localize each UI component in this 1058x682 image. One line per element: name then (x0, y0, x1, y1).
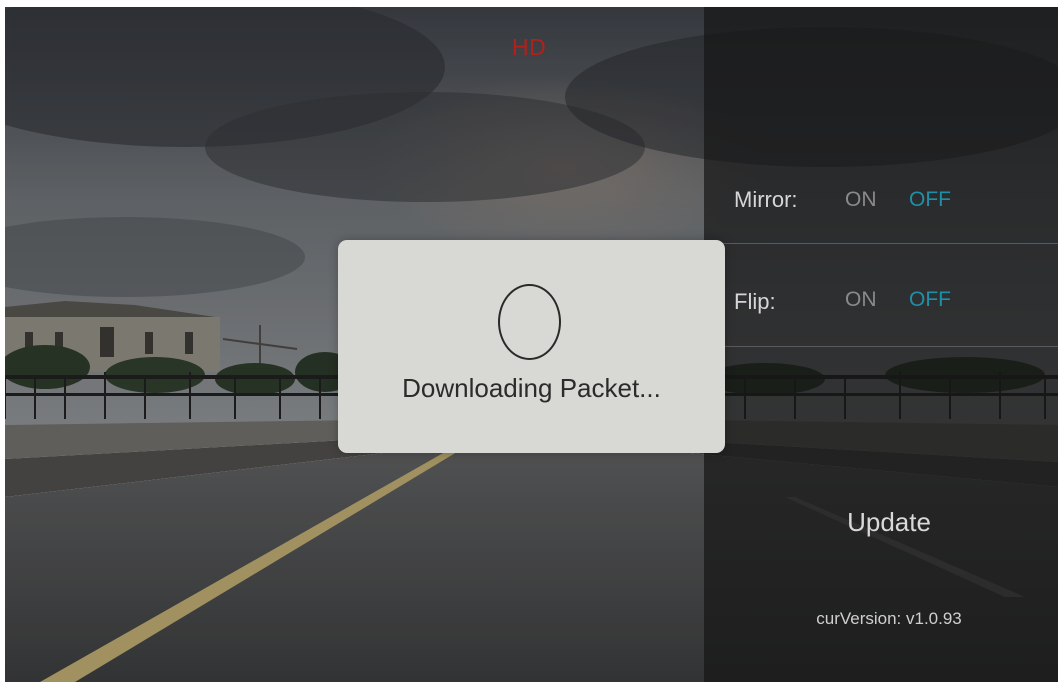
app-screen: HD Mirror: ON OFF Flip: ON OFF Update cu… (5, 7, 1058, 682)
update-button[interactable]: Update (804, 507, 974, 538)
loading-spinner-icon (498, 284, 561, 360)
dialog-message: Downloading Packet... (402, 373, 661, 403)
mirror-label: Mirror: (734, 187, 798, 212)
flip-label: Flip: (734, 289, 776, 314)
current-version-text: curVersion: v1.0.93 (816, 609, 962, 628)
divider (704, 346, 1058, 347)
resolution-badge[interactable]: HD (512, 34, 546, 61)
flip-off-option[interactable]: OFF (909, 288, 951, 312)
mirror-on-option[interactable]: ON (845, 188, 877, 212)
settings-panel: Mirror: ON OFF Flip: ON OFF Update curVe… (704, 7, 1058, 682)
divider (704, 243, 1058, 244)
flip-on-option[interactable]: ON (845, 288, 877, 312)
mirror-off-option[interactable]: OFF (909, 188, 951, 212)
download-progress-dialog: Downloading Packet... (338, 240, 725, 453)
